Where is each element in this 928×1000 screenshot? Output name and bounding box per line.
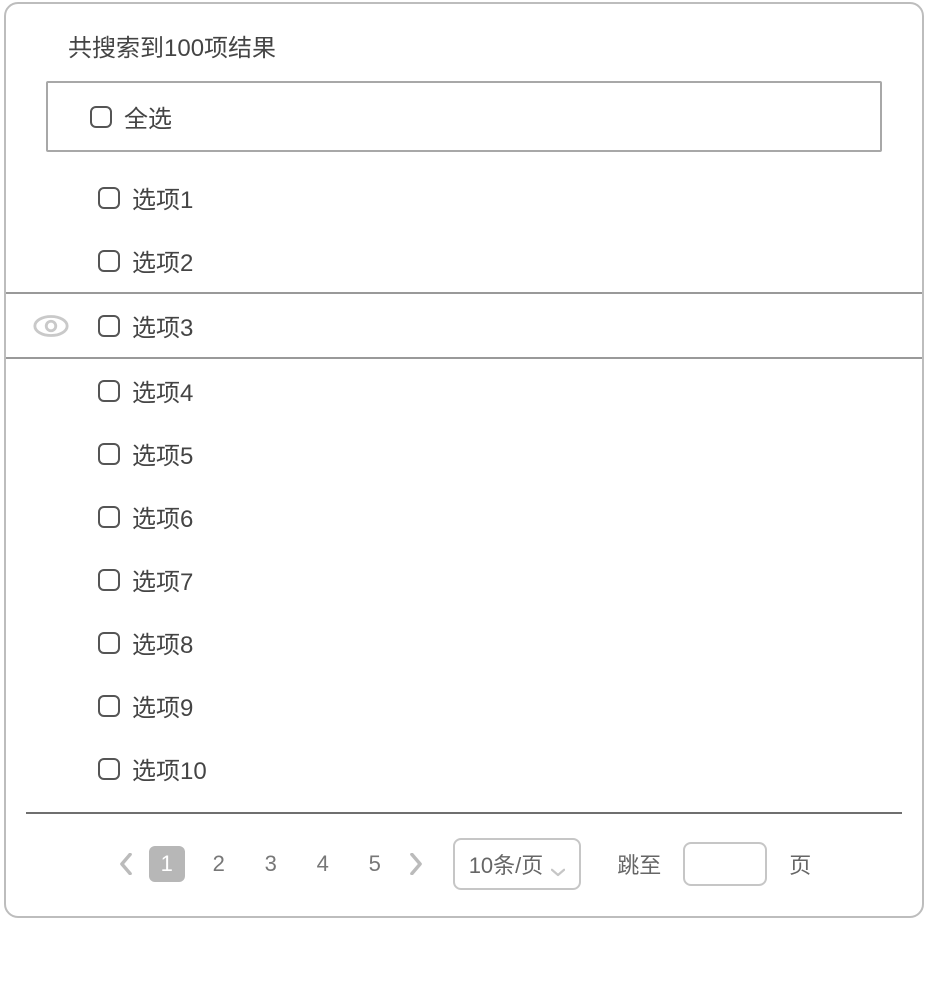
checkbox-icon[interactable] bbox=[90, 106, 112, 128]
page-size-select[interactable]: 10条/页 bbox=[453, 838, 582, 890]
page-number[interactable]: 3 bbox=[253, 846, 289, 882]
list-item[interactable]: 选项7 bbox=[6, 548, 922, 611]
results-panel: 共搜索到100项结果 全选 选项1选项2选项3选项4选项5选项6选项7选项8选项… bbox=[4, 2, 924, 918]
list-item[interactable]: 选项4 bbox=[6, 359, 922, 422]
option-label: 选项7 bbox=[132, 562, 193, 597]
page-number[interactable]: 4 bbox=[305, 846, 341, 882]
list-item[interactable]: 选项5 bbox=[6, 422, 922, 485]
divider bbox=[26, 812, 902, 814]
jump-label: 跳至 bbox=[617, 848, 661, 880]
pagination: 12345 10条/页 跳至 页 bbox=[6, 838, 922, 890]
page-number[interactable]: 2 bbox=[201, 846, 237, 882]
select-all-box[interactable]: 全选 bbox=[46, 81, 882, 152]
checkbox-icon[interactable] bbox=[98, 695, 120, 717]
page-number[interactable]: 1 bbox=[149, 846, 185, 882]
list-item[interactable]: 选项6 bbox=[6, 485, 922, 548]
list-item[interactable]: 选项8 bbox=[6, 611, 922, 674]
checkbox-icon[interactable] bbox=[98, 380, 120, 402]
option-label: 选项5 bbox=[132, 436, 193, 471]
checkbox-icon[interactable] bbox=[98, 506, 120, 528]
page-size-label: 10条/页 bbox=[469, 848, 544, 880]
option-label: 选项9 bbox=[132, 688, 193, 723]
chevron-down-icon bbox=[551, 857, 565, 871]
checkbox-icon[interactable] bbox=[98, 187, 120, 209]
checkbox-icon[interactable] bbox=[98, 443, 120, 465]
checkbox-icon[interactable] bbox=[98, 758, 120, 780]
page-number[interactable]: 5 bbox=[357, 846, 393, 882]
option-label: 选项3 bbox=[132, 308, 193, 343]
eye-icon[interactable] bbox=[32, 314, 70, 338]
next-page-icon[interactable] bbox=[407, 855, 425, 873]
options-list: 选项1 选项2 选项3 选项4 选项5 选项6 选项7 选项8 选项9 选项10 bbox=[6, 166, 922, 800]
option-label: 选项8 bbox=[132, 625, 193, 660]
list-item[interactable]: 选项2 bbox=[6, 229, 922, 292]
checkbox-icon[interactable] bbox=[98, 315, 120, 337]
results-count: 共搜索到100项结果 bbox=[6, 28, 922, 81]
option-label: 选项6 bbox=[132, 499, 193, 534]
prev-page-icon[interactable] bbox=[117, 855, 135, 873]
list-item[interactable]: 选项10 bbox=[6, 737, 922, 800]
option-label: 选项1 bbox=[132, 180, 193, 215]
option-label: 选项2 bbox=[132, 243, 193, 278]
select-all-label: 全选 bbox=[124, 99, 172, 134]
jump-suffix: 页 bbox=[789, 848, 811, 880]
jump-input[interactable] bbox=[683, 842, 767, 886]
option-label: 选项4 bbox=[132, 373, 193, 408]
list-item[interactable]: 选项9 bbox=[6, 674, 922, 737]
list-item[interactable]: 选项3 bbox=[6, 292, 922, 359]
checkbox-icon[interactable] bbox=[98, 569, 120, 591]
checkbox-icon[interactable] bbox=[98, 250, 120, 272]
option-label: 选项10 bbox=[132, 751, 207, 786]
list-item[interactable]: 选项1 bbox=[6, 166, 922, 229]
checkbox-icon[interactable] bbox=[98, 632, 120, 654]
